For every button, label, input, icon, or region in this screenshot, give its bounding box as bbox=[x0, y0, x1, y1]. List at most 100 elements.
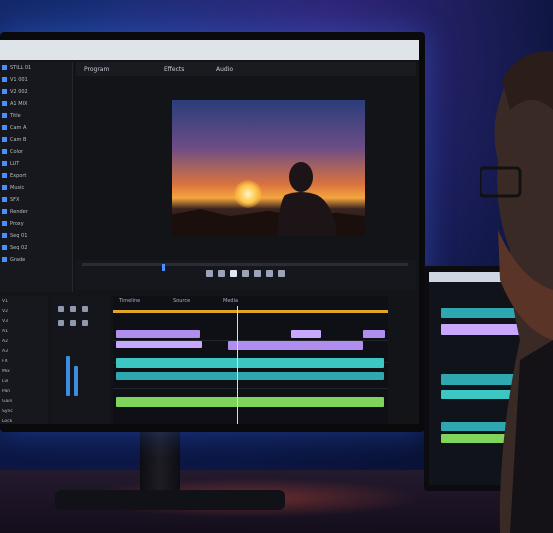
clip-icon bbox=[2, 65, 7, 70]
track-header[interactable]: Lvl bbox=[2, 379, 46, 386]
project-item-label: LUT bbox=[10, 161, 20, 167]
clip-icon bbox=[2, 89, 7, 94]
project-item[interactable]: Render bbox=[2, 209, 70, 218]
track-header[interactable]: Gain bbox=[2, 399, 46, 406]
project-item[interactable]: V2 002 bbox=[2, 89, 70, 98]
clip-icon bbox=[2, 125, 7, 130]
project-item-label: Seq 01 bbox=[10, 233, 28, 239]
zoom-tool-icon[interactable] bbox=[70, 320, 76, 326]
clip-icon bbox=[2, 137, 7, 142]
editor-person bbox=[480, 51, 553, 533]
fast-forward-icon[interactable] bbox=[242, 270, 249, 277]
project-item[interactable]: Grade bbox=[2, 257, 70, 266]
app-title-bar bbox=[0, 40, 419, 60]
clip-icon bbox=[2, 197, 7, 202]
loop-icon[interactable] bbox=[266, 270, 273, 277]
timeline-playhead[interactable] bbox=[237, 306, 238, 424]
track-header[interactable]: V3 bbox=[2, 319, 46, 326]
project-item[interactable]: Color bbox=[2, 149, 70, 158]
scrub-playhead[interactable] bbox=[162, 264, 165, 271]
track-header-panel: V1V2V3A1A2A3FXMixLvlPanGainSyncLockMute bbox=[0, 296, 48, 424]
track-header[interactable]: Lock bbox=[2, 419, 46, 424]
pen-tool-icon[interactable] bbox=[82, 320, 88, 326]
razor-tool-icon[interactable] bbox=[70, 306, 76, 312]
clip-icon bbox=[2, 257, 7, 262]
track-header[interactable]: V1 bbox=[2, 299, 46, 306]
clip-icon bbox=[2, 233, 7, 238]
project-panel: STILL 01 V1 001 V2 002 A1 MIX Title Cam A Cam … bbox=[0, 62, 73, 292]
project-item[interactable]: Music bbox=[2, 185, 70, 194]
video-clip[interactable] bbox=[291, 330, 321, 338]
track-header[interactable]: A2 bbox=[2, 339, 46, 346]
video-clip[interactable] bbox=[116, 341, 202, 348]
music-clip[interactable] bbox=[116, 397, 384, 407]
project-item-label: V2 002 bbox=[10, 89, 28, 95]
viewer-tab[interactable]: Program bbox=[84, 66, 109, 73]
clip-icon bbox=[2, 185, 7, 190]
project-item[interactable]: Export bbox=[2, 173, 70, 182]
audio-clip[interactable] bbox=[116, 372, 384, 380]
clip-icon bbox=[2, 209, 7, 214]
clip-icon bbox=[2, 221, 7, 226]
track-header[interactable]: A3 bbox=[2, 349, 46, 356]
track-header[interactable]: Pan bbox=[2, 389, 46, 396]
project-item[interactable]: STILL 01 bbox=[2, 65, 70, 74]
rewind-icon[interactable] bbox=[218, 270, 225, 277]
track-header[interactable]: FX bbox=[2, 359, 46, 366]
step-back-icon[interactable] bbox=[206, 270, 213, 277]
timeline-tab[interactable]: Timeline bbox=[119, 298, 140, 304]
project-item[interactable]: V1 001 bbox=[2, 77, 70, 86]
track-header[interactable]: V2 bbox=[2, 309, 46, 316]
clip-icon bbox=[2, 77, 7, 82]
play-icon[interactable] bbox=[230, 270, 237, 277]
project-item-label: SFX bbox=[10, 197, 20, 203]
timeline-ruler[interactable] bbox=[113, 310, 388, 313]
track-header[interactable]: A1 bbox=[2, 329, 46, 336]
person-silhouette bbox=[277, 162, 337, 236]
project-item-label: Color bbox=[10, 149, 24, 155]
project-item[interactable]: Title bbox=[2, 113, 70, 122]
editing-room-scene: STILL 01 V1 001 V2 002 A1 MIX Title Cam A Cam … bbox=[0, 0, 553, 533]
audio-clip[interactable] bbox=[116, 358, 384, 368]
project-item-label: Export bbox=[10, 173, 27, 179]
project-item[interactable]: Seq 01 bbox=[2, 233, 70, 242]
editing-app-screen: STILL 01 V1 001 V2 002 A1 MIX Title Cam A Cam … bbox=[0, 40, 419, 424]
viewer-tab[interactable]: Audio bbox=[216, 66, 233, 73]
project-item[interactable]: SFX bbox=[2, 197, 70, 206]
project-item[interactable]: LUT bbox=[2, 161, 70, 170]
step-forward-icon[interactable] bbox=[254, 270, 261, 277]
clip-icon bbox=[2, 161, 7, 166]
clip-icon bbox=[2, 101, 7, 106]
video-clip[interactable] bbox=[228, 341, 363, 350]
project-item-label: A1 MIX bbox=[10, 101, 28, 107]
project-item-label: V1 001 bbox=[10, 77, 28, 83]
selection-tool-icon[interactable] bbox=[58, 306, 64, 312]
video-clip[interactable] bbox=[116, 330, 200, 338]
program-monitor-video bbox=[172, 100, 365, 236]
slip-tool-icon[interactable] bbox=[82, 306, 88, 312]
project-item[interactable]: A1 MIX bbox=[2, 101, 70, 110]
monitor-base bbox=[55, 490, 285, 510]
scrub-bar[interactable] bbox=[82, 263, 408, 271]
transport-controls bbox=[76, 260, 416, 290]
export-frame-icon[interactable] bbox=[278, 270, 285, 277]
clip-icon bbox=[2, 245, 7, 250]
track-header[interactable]: Mix bbox=[2, 369, 46, 376]
audio-meter-left bbox=[66, 356, 70, 396]
sunset-sun bbox=[234, 180, 262, 208]
video-clip[interactable] bbox=[363, 330, 385, 338]
project-item[interactable]: Seq 02 bbox=[2, 245, 70, 254]
viewer-tab[interactable]: Effects bbox=[164, 66, 184, 73]
project-item[interactable]: Proxy bbox=[2, 221, 70, 230]
project-item[interactable]: Cam B bbox=[2, 137, 70, 146]
timeline-tab[interactable]: Media bbox=[223, 298, 238, 304]
timeline-tab[interactable]: Source bbox=[173, 298, 190, 304]
project-item-label: Cam A bbox=[10, 125, 27, 131]
hand-tool-icon[interactable] bbox=[58, 320, 64, 326]
track-header[interactable]: Sync bbox=[2, 409, 46, 416]
project-item-label: STILL 01 bbox=[10, 65, 32, 71]
clip-icon bbox=[2, 149, 7, 154]
project-item-label: Grade bbox=[10, 257, 26, 263]
project-item[interactable]: Cam A bbox=[2, 125, 70, 134]
project-item-label: Music bbox=[10, 185, 25, 191]
